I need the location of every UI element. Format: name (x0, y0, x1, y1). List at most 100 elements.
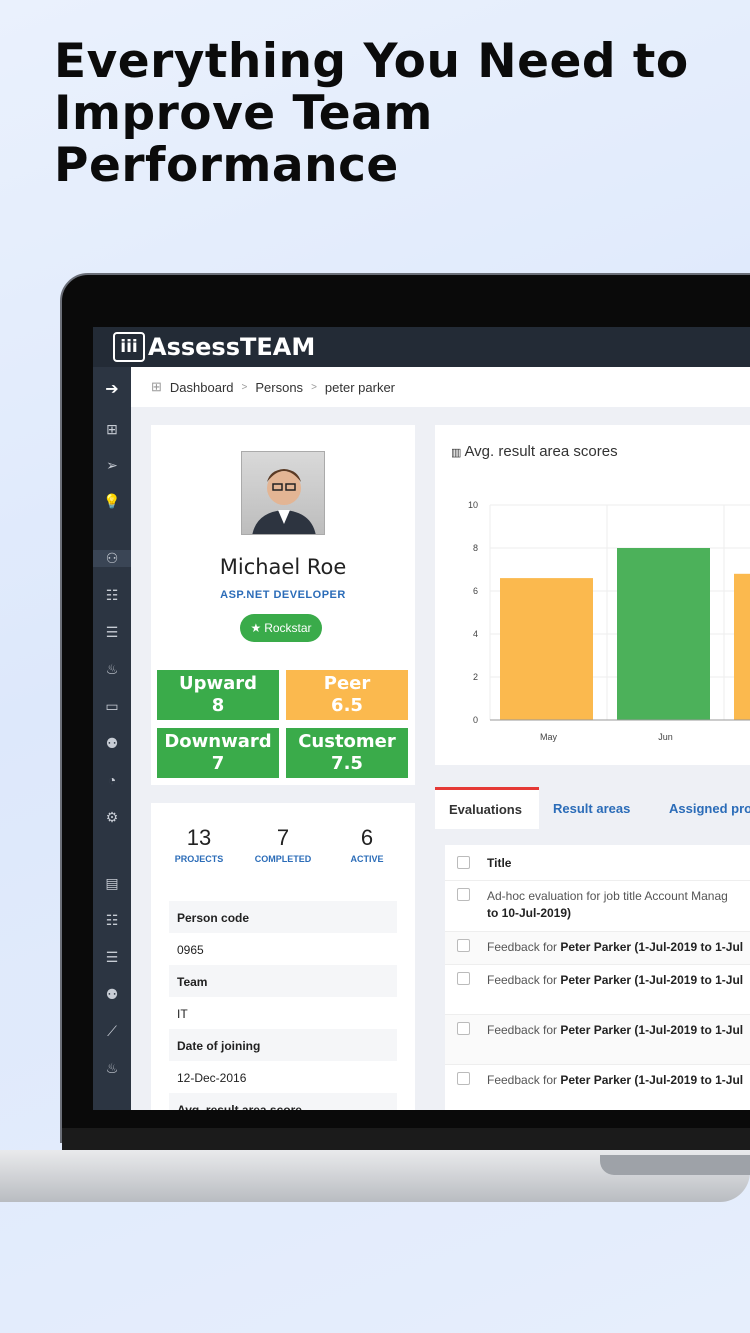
app-screen: iii AssessTEAM ➔ ⊞ ➢ 💡 ⚇ ☷ ☰ ♨ ▭ ⚉ ◔ ⚙ ▤ ☷ ☰ ⚉ ⟋ ♨ ⊞ Dash… (93, 327, 750, 1110)
evaluations-table: Title Ad-hoc evaluation for job title Ac… (445, 845, 750, 1110)
tab-assigned-pro[interactable]: Assigned pro (655, 787, 750, 829)
dashboard-grid-icon: ⊞ (151, 379, 162, 394)
stat-label: COMPLETED (254, 854, 312, 864)
score-customer: Customer 7.5 (286, 728, 408, 778)
score-peer: Peer 6.5 (286, 670, 408, 720)
stat-value: 6 (360, 825, 374, 850)
row-title: Feedback for (487, 1023, 561, 1037)
sliders-icon[interactable]: ☷ (93, 587, 131, 604)
bar-May[interactable] (500, 578, 593, 720)
tab-result-areas[interactable]: Result areas (539, 787, 655, 829)
y-tick-label: 2 (473, 672, 478, 682)
row-title: Feedback for (487, 973, 561, 987)
row-checkbox[interactable] (457, 939, 470, 952)
chart-title-text: Avg. result area scores (464, 443, 618, 460)
breadcrumb-dashboard[interactable]: Dashboard (170, 380, 234, 395)
list-icon[interactable]: ☰ (93, 624, 131, 641)
table-row[interactable]: Feedback for Peter Parker (1-Jul-2019 to… (445, 965, 750, 1015)
fire-icon[interactable]: ♨ (93, 1060, 131, 1077)
row-title: Feedback for (487, 1073, 561, 1087)
table-icon[interactable]: ▤ (93, 875, 131, 892)
tab-evaluations[interactable]: Evaluations (435, 787, 539, 829)
bar-Jun[interactable] (617, 548, 710, 720)
stat-projects[interactable]: 13 PROJECTS (159, 825, 239, 864)
headline: Everything You Need to Improve Team Perf… (54, 34, 689, 193)
score-upward: Upward 8 (157, 670, 279, 720)
grid-icon[interactable]: ⊞ (93, 421, 131, 438)
gear-icon[interactable]: ⚙ (93, 809, 131, 826)
bar-3[interactable] (734, 573, 750, 720)
table-row[interactable]: Feedback for Peter Parker (1-Jul-2019 to… (445, 1015, 750, 1065)
logo-mark: iii (113, 332, 145, 362)
person-icon[interactable]: ⚇ (93, 550, 131, 567)
send-icon[interactable]: ➢ (93, 457, 131, 474)
line-chart-icon[interactable]: ⟋ (93, 1023, 131, 1040)
row-title: Ad-hoc evaluation for job title Account … (487, 889, 728, 903)
table-row[interactable]: Ad-hoc evaluation for job title Account … (445, 881, 750, 932)
x-tick-label: Jun (658, 732, 673, 742)
fire-icon[interactable]: ♨ (93, 661, 131, 678)
row-title-bold: Peter Parker (1-Jul-2019 to 1-Jul (560, 1023, 744, 1037)
y-tick-label: 8 (473, 543, 478, 553)
row-checkbox[interactable] (457, 1022, 470, 1035)
sliders-icon[interactable]: ☷ (93, 912, 131, 929)
y-tick-label: 0 (473, 715, 478, 725)
row-title-bold: to 10-Jul-2019) (487, 906, 572, 920)
row-title-bold: Peter Parker (1-Jul-2019 to 1-Jul (560, 940, 744, 954)
y-tick-label: 4 (473, 629, 478, 639)
row-title-bold: Peter Parker (1-Jul-2019 to 1-Jul (560, 1073, 744, 1087)
avatar (241, 451, 325, 535)
score-value: 6.5 (331, 695, 363, 716)
bar-chart-icon: ▥ (451, 447, 465, 459)
logo[interactable]: iii AssessTEAM (113, 331, 315, 363)
breadcrumb: ⊞ Dashboard > Persons > peter parker (131, 367, 750, 407)
y-tick-label: 10 (468, 500, 478, 510)
chart-title: ▥ Avg. result area scores (451, 443, 618, 460)
score-label: Peer (323, 673, 371, 694)
row-title-bold: Peter Parker (1-Jul-2019 to 1-Jul (560, 973, 744, 987)
score-value: 7 (211, 753, 225, 774)
score-label: Upward (178, 673, 258, 694)
score-label: Customer (298, 731, 396, 752)
laptop-notch (600, 1155, 750, 1175)
person-role: ASP.NET DEVELOPER (220, 589, 346, 601)
breadcrumb-current: peter parker (324, 379, 395, 395)
table-row[interactable]: Feedback for Peter Parker (1-Jul-2019 to… (445, 1065, 750, 1110)
select-all-checkbox[interactable] (457, 856, 470, 869)
stat-completed[interactable]: 7 COMPLETED (243, 825, 323, 864)
laptop-hinge (62, 1128, 750, 1150)
arrow-right-icon[interactable]: ➔ (93, 379, 131, 399)
score-value: 7.5 (331, 753, 363, 774)
row-checkbox[interactable] (457, 1072, 470, 1085)
stat-active[interactable]: 6 ACTIVE (327, 825, 407, 864)
stat-value: 13 (186, 825, 212, 850)
bulb-icon[interactable]: 💡 (93, 493, 131, 510)
detail-label: Person code (169, 901, 397, 933)
row-title: Feedback for (487, 940, 561, 954)
detail-value: 12-Dec-2016 (177, 1071, 247, 1085)
top-bar: iii AssessTEAM (93, 327, 750, 367)
team-icon[interactable]: ⚉ (93, 986, 131, 1003)
detail-label: Avg. result area score (169, 1093, 397, 1110)
score-downward: Downward 7 (157, 728, 279, 778)
row-checkbox[interactable] (457, 888, 470, 901)
table-row[interactable]: Feedback for Peter Parker (1-Jul-2019 to… (445, 932, 750, 965)
star-icon: ★ (250, 621, 262, 635)
chart-card: ▥ Avg. result area scores 0 2 4 6 8 10 May Jun (435, 425, 750, 765)
rockstar-badge: ★ Rockstar (240, 614, 322, 642)
score-value: 8 (211, 695, 225, 716)
column-title: Title (487, 856, 512, 870)
badge-label: Rockstar (264, 621, 312, 635)
score-label: Downward (164, 731, 272, 752)
tab-bar: Evaluations Result areas Assigned pro (435, 787, 750, 829)
gauge-icon[interactable]: ◔ (93, 772, 131, 788)
list-icon[interactable]: ☰ (93, 949, 131, 966)
detail-label: Date of joining (169, 1029, 397, 1061)
stat-label: PROJECTS (174, 854, 224, 864)
team-icon[interactable]: ⚉ (93, 735, 131, 752)
row-checkbox[interactable] (457, 972, 470, 985)
card-icon[interactable]: ▭ (93, 698, 131, 715)
breadcrumb-persons[interactable]: Persons (255, 380, 303, 395)
breadcrumb-separator: > (311, 381, 317, 393)
sidebar: ➔ ⊞ ➢ 💡 ⚇ ☷ ☰ ♨ ▭ ⚉ ◔ ⚙ ▤ ☷ ☰ ⚉ ⟋ ♨ (93, 367, 131, 1110)
